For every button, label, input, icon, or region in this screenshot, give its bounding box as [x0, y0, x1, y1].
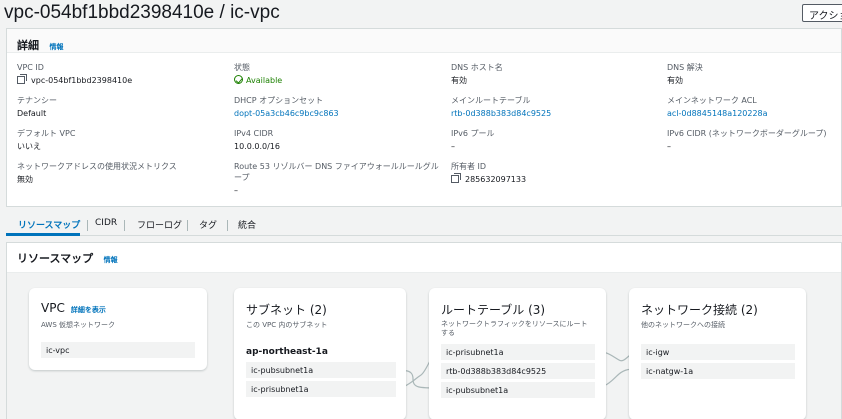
field-tenancy: テナンシー Default	[17, 95, 227, 119]
field-label: DHCP オプションセット	[234, 96, 324, 105]
tab-cidr[interactable]: CIDR	[95, 218, 117, 228]
tab-divider	[227, 220, 228, 231]
field-state: 状態 Available	[234, 62, 444, 86]
field-value: –	[451, 142, 455, 151]
vpc-card-subtitle: AWS 仮想ネットワーク	[41, 321, 115, 329]
copy-icon[interactable]	[17, 74, 27, 84]
route-tables-card-subtitle: ネットワークトラフィックをリソースにルートする	[441, 320, 588, 337]
field-label: DNS 解決	[667, 63, 703, 72]
vpc-card-title: VPC 詳細を表示	[41, 301, 106, 315]
resource-map-panel: リソースマップ 情報 VPC 詳細を表示 AWS 仮想ネットワーク ic-vpc …	[6, 242, 842, 419]
field-value: 有効	[451, 76, 467, 85]
status-value: Available	[246, 76, 283, 85]
field-dns-resolution: DNS 解決 有効	[667, 62, 842, 86]
tab-divider	[87, 220, 88, 231]
field-value: 10.0.0.0/16	[234, 142, 280, 151]
main-network-acl-link[interactable]: acl-0d8845148a120228a	[667, 108, 842, 119]
field-owner-id: 所有者 ID 285632097133	[451, 161, 661, 185]
availability-zone-label: ap-northeast-1a	[246, 347, 328, 357]
field-ipv4-cidr: IPv4 CIDR 10.0.0.0/16	[234, 128, 444, 152]
network-connections-card-title: ネットワーク接続 (2)	[641, 303, 758, 317]
subnet-item[interactable]: ic-prisubnet1a	[246, 381, 396, 397]
route-table-item[interactable]: ic-pubsubnet1a	[441, 382, 595, 398]
field-label: VPC ID	[17, 63, 44, 72]
subnet-item[interactable]: ic-pubsubnet1a	[246, 362, 396, 378]
network-connection-item[interactable]: ic-natgw-1a	[641, 363, 795, 379]
field-value: –	[234, 186, 238, 195]
field-label: 状態	[234, 63, 250, 72]
field-label: 所有者 ID	[451, 162, 487, 171]
field-value: 285632097133	[465, 175, 527, 184]
field-route53-firewall: Route 53 リゾルバー DNS ファイアウォールルールグループ –	[234, 161, 440, 196]
field-value: 無効	[17, 175, 33, 184]
route-table-item[interactable]: rtb-0d388b383d84c9525	[441, 363, 595, 379]
field-label: Route 53 リゾルバー DNS ファイアウォールルールグループ	[234, 162, 439, 182]
field-main-network-acl: メインネットワーク ACL acl-0d8845148a120228a	[667, 95, 842, 119]
field-main-route-table: メインルートテーブル rtb-0d388b383d84c9525	[451, 95, 661, 119]
card-title-text: VPC	[41, 301, 65, 315]
dhcp-options-link[interactable]: dopt-05a3cb46c9bc9c863	[234, 108, 444, 119]
field-vpc-id: VPC ID vpc-054bf1bbd2398410e	[17, 62, 227, 86]
route-tables-card: ルートテーブル (3) ネットワークトラフィックをリソースにルートする ic-p…	[429, 288, 606, 419]
subnets-card-subtitle: この VPC 内のサブネット	[246, 321, 328, 329]
field-label: ネットワークアドレスの使用状況メトリクス	[17, 162, 177, 171]
field-label: テナンシー	[17, 96, 57, 105]
field-network-address-metrics: ネットワークアドレスの使用状況メトリクス 無効	[17, 161, 227, 185]
field-label: DNS ホスト名	[451, 63, 503, 72]
tab-divider	[124, 220, 125, 231]
vpc-details-link[interactable]: 詳細を表示	[71, 306, 106, 314]
details-info-link[interactable]: 情報	[49, 43, 63, 51]
details-heading: 詳細	[17, 39, 39, 52]
tab-flow-logs[interactable]: フローログ	[137, 218, 182, 231]
field-value: いいえ	[17, 142, 41, 151]
field-default-vpc: デフォルト VPC いいえ	[17, 128, 227, 152]
network-connection-item[interactable]: ic-igw	[641, 344, 795, 360]
tab-bar: リソースマップ CIDR フローログ タグ 統合	[6, 212, 842, 236]
field-label: メインネットワーク ACL	[667, 96, 757, 105]
page-header: vpc-054bf1bbd2398410e / ic-vpc アクション	[0, 0, 842, 26]
field-ipv6-cidr: IPv6 CIDR (ネットワークボーダーグループ) –	[667, 128, 837, 152]
check-circle-icon	[234, 75, 243, 84]
tab-tags[interactable]: タグ	[199, 218, 217, 231]
tab-resource-map[interactable]: リソースマップ	[18, 218, 80, 231]
field-value: vpc-054bf1bbd2398410e	[31, 76, 133, 85]
field-value: Default	[17, 109, 47, 118]
tab-integrations[interactable]: 統合	[238, 218, 256, 231]
tab-divider	[187, 220, 188, 231]
field-ipv6-pool: IPv6 プール –	[451, 128, 661, 152]
subnets-card: サブネット (2) この VPC 内のサブネット ap-northeast-1a…	[234, 288, 406, 419]
field-label: メインルートテーブル	[451, 96, 531, 105]
main-route-table-link[interactable]: rtb-0d388b383d84c9525	[451, 108, 661, 119]
route-tables-card-title: ルートテーブル (3)	[441, 303, 546, 317]
network-connections-card-subtitle: 他のネットワークへの接続	[641, 321, 725, 329]
field-label: IPv4 CIDR	[234, 129, 274, 138]
field-label: IPv6 プール	[451, 129, 495, 138]
vpc-item[interactable]: ic-vpc	[41, 342, 195, 358]
route-table-item[interactable]: ic-prisubnet1a	[441, 344, 595, 360]
field-dhcp-options: DHCP オプションセット dopt-05a3cb46c9bc9c863	[234, 95, 444, 119]
network-connections-card: ネットワーク接続 (2) 他のネットワークへの接続 ic-igw ic-natg…	[629, 288, 806, 419]
page-title: vpc-054bf1bbd2398410e / ic-vpc	[4, 2, 280, 23]
details-panel: 詳細 情報 VPC ID vpc-054bf1bbd2398410e 状態 Av…	[6, 28, 842, 207]
copy-icon[interactable]	[451, 173, 461, 183]
field-dns-hostnames: DNS ホスト名 有効	[451, 62, 661, 86]
field-label: デフォルト VPC	[17, 129, 76, 138]
active-tab-indicator	[6, 233, 80, 236]
field-value: 有効	[667, 76, 683, 85]
vpc-card: VPC 詳細を表示 AWS 仮想ネットワーク ic-vpc	[29, 288, 207, 370]
subnets-card-title: サブネット (2)	[246, 303, 327, 317]
details-header: 詳細 情報	[7, 29, 841, 53]
field-value: –	[667, 142, 671, 151]
actions-button[interactable]: アクション	[802, 4, 842, 22]
field-label: IPv6 CIDR (ネットワークボーダーグループ)	[667, 129, 827, 138]
